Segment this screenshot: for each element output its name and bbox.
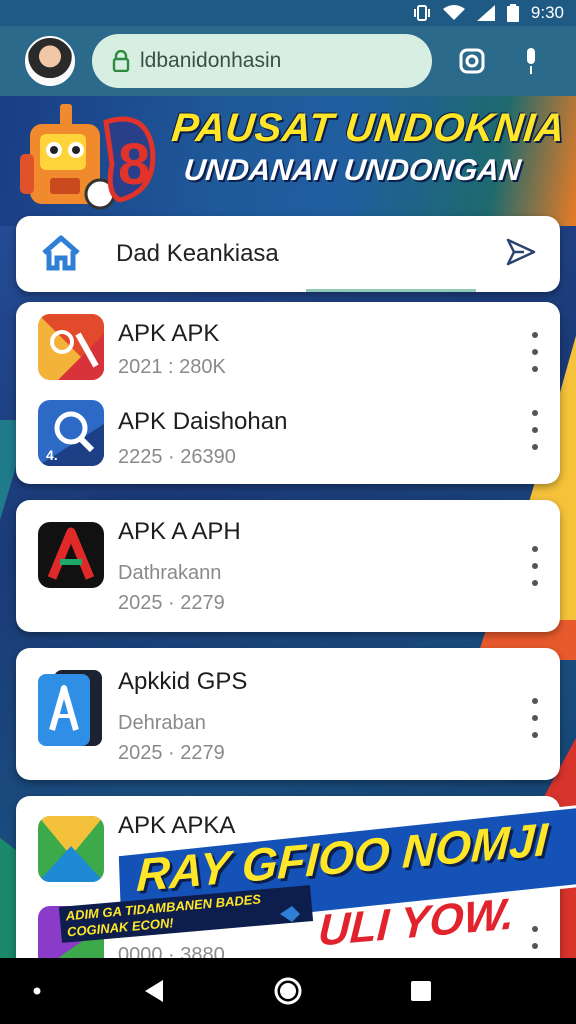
app-name: APK Daishohan bbox=[118, 408, 288, 435]
app-icon bbox=[38, 314, 104, 380]
more-options-icon[interactable] bbox=[530, 410, 540, 450]
app-group-card: APK APK 2021 : 280K 4. APK Daishohan 222… bbox=[16, 302, 560, 484]
recents-button[interactable] bbox=[406, 976, 436, 1006]
app-card[interactable]: Apkkid GPS Dehraban 2025 · 2279 bbox=[16, 648, 560, 780]
promo-overlay[interactable]: RAY GFIOO NOMJI ADIM GA TIDAMBANEN BADES… bbox=[58, 808, 576, 956]
bird-icon bbox=[280, 906, 300, 922]
divider bbox=[306, 289, 476, 292]
app-name: APK A APH bbox=[118, 518, 241, 545]
list-item[interactable]: 4. APK Daishohan 2225 · 26390 bbox=[16, 392, 560, 484]
promo-banner[interactable]: 8 PAUSAT UNDOKNIA UNDANAN UNDONGAN bbox=[0, 96, 576, 226]
list-item[interactable]: APK APK 2021 : 280K bbox=[16, 302, 560, 392]
banner-subline: UNDANAN UNDONGAN bbox=[182, 154, 523, 187]
app-meta: 2021 : 280K bbox=[118, 356, 226, 378]
mic-button[interactable] bbox=[514, 44, 548, 78]
app-card[interactable]: APK A APH Dathrakann 2025 · 2279 bbox=[16, 500, 560, 632]
browser-toolbar: ldbanidonhasin bbox=[0, 26, 576, 96]
vibrate-icon bbox=[413, 5, 431, 21]
app-icon: 4. bbox=[38, 400, 104, 466]
header-card: Dad Keankiasa bbox=[16, 216, 560, 292]
dot-icon bbox=[33, 987, 41, 995]
signal-icon bbox=[476, 5, 495, 21]
svg-text:8: 8 bbox=[118, 132, 150, 197]
recents-icon bbox=[411, 981, 431, 1001]
back-icon bbox=[145, 980, 163, 1002]
mic-icon bbox=[527, 48, 535, 74]
lock-icon bbox=[112, 50, 130, 72]
robot-illustration: 8 bbox=[20, 104, 156, 210]
url-text: ldbanidonhasin bbox=[140, 49, 282, 72]
avatar[interactable] bbox=[25, 36, 75, 86]
wifi-icon bbox=[442, 5, 465, 21]
send-icon[interactable] bbox=[502, 234, 538, 270]
svg-text:4.: 4. bbox=[46, 447, 58, 463]
app-meta: 2025 · 2279 bbox=[118, 742, 225, 764]
camera-button[interactable] bbox=[455, 44, 489, 78]
app-icon bbox=[38, 670, 102, 746]
status-bar: 9:30 bbox=[0, 0, 576, 26]
home-nav-icon bbox=[274, 977, 302, 1005]
app-icon bbox=[38, 522, 104, 588]
app-name: Apkkid GPS bbox=[118, 668, 248, 695]
page-title: Dad Keankiasa bbox=[116, 240, 279, 267]
home-nav-button[interactable] bbox=[273, 976, 303, 1006]
camera-icon bbox=[459, 48, 485, 74]
app-name: APK APK bbox=[118, 320, 220, 347]
banner-headline: PAUSAT UNDOKNIA bbox=[169, 106, 568, 150]
back-button[interactable] bbox=[138, 976, 168, 1006]
status-time: 9:30 bbox=[530, 3, 564, 22]
more-options-icon[interactable] bbox=[530, 546, 540, 586]
app-meta: Dathrakann bbox=[118, 562, 222, 584]
more-options-icon[interactable] bbox=[530, 698, 540, 738]
app-meta: Dehraban bbox=[118, 712, 206, 734]
battery-icon bbox=[506, 4, 519, 22]
app-meta: 2225 · 26390 bbox=[118, 446, 236, 468]
app-meta: 2025 · 2279 bbox=[118, 592, 225, 614]
more-options-icon[interactable] bbox=[530, 332, 540, 372]
home-icon[interactable] bbox=[40, 232, 82, 274]
dot-nav-button[interactable] bbox=[22, 976, 52, 1006]
navigation-bar bbox=[0, 958, 576, 1024]
url-bar[interactable]: ldbanidonhasin bbox=[92, 34, 432, 88]
